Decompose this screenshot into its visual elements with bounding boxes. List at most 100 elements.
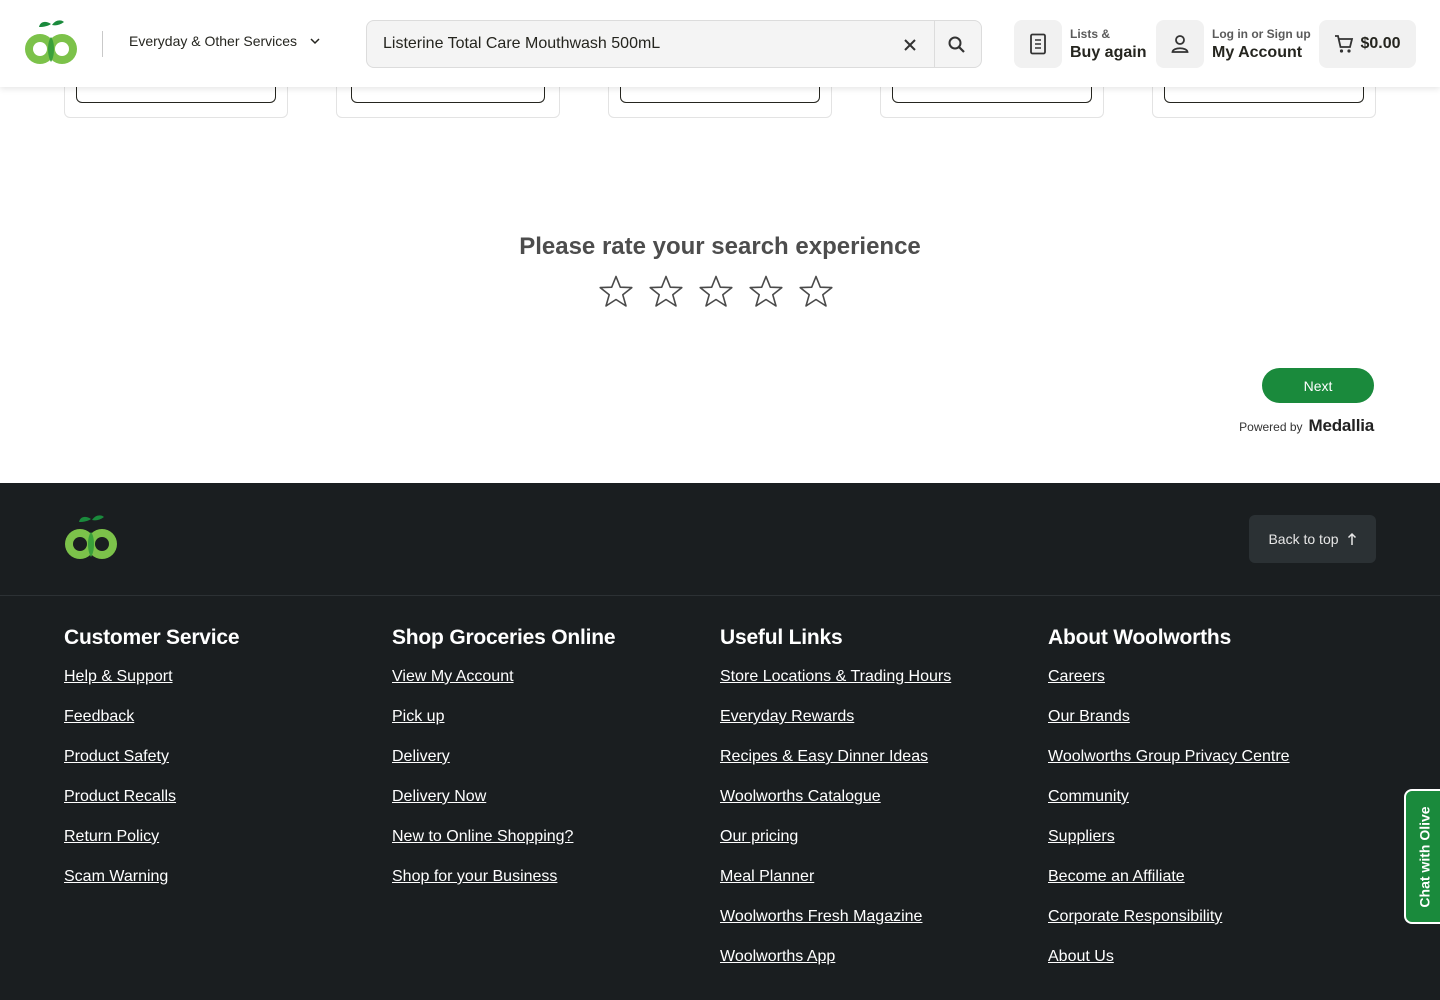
user-icon — [1156, 20, 1204, 68]
footer-link[interactable]: Recipes & Easy Dinner Ideas — [720, 748, 928, 765]
chevron-down-icon — [310, 38, 320, 45]
footer-link-item: Return Policy — [64, 828, 239, 868]
footer-link-item: Pick up — [392, 708, 615, 748]
search-bar — [366, 20, 982, 68]
footer-link-item: Woolworths Fresh Magazine — [720, 908, 951, 948]
list-icon — [1014, 20, 1062, 68]
footer-link[interactable]: About Us — [1048, 948, 1114, 965]
cart-button[interactable]: $0.00 — [1319, 20, 1416, 68]
chat-label: Chat with Olive — [1417, 805, 1433, 908]
footer-link[interactable]: Meal Planner — [720, 868, 814, 885]
footer-link[interactable]: Suppliers — [1048, 828, 1115, 845]
star-outline-icon[interactable] — [798, 272, 834, 312]
search-divider — [934, 21, 935, 67]
footer-link-item: Shop for your Business — [392, 868, 615, 908]
back-to-top-button[interactable]: Back to top — [1249, 515, 1376, 563]
footer-link[interactable]: Woolworths Group Privacy Centre — [1048, 748, 1290, 765]
footer-column-title: Shop Groceries Online — [392, 626, 616, 649]
footer-link-item: Product Recalls — [64, 788, 239, 828]
back-to-top-label: Back to top — [1268, 531, 1339, 547]
star-outline-icon[interactable] — [748, 272, 784, 312]
search-icon[interactable] — [945, 33, 969, 57]
footer-link[interactable]: Woolworths Catalogue — [720, 788, 881, 805]
footer-link[interactable]: Careers — [1048, 668, 1105, 685]
close-icon[interactable] — [899, 34, 921, 56]
footer-link[interactable]: Delivery Now — [392, 788, 486, 805]
cart-icon — [1335, 35, 1354, 53]
footer-link-item: Meal Planner — [720, 868, 951, 908]
footer-link[interactable]: View My Account — [392, 668, 514, 685]
star-rating — [598, 272, 834, 312]
star-outline-icon[interactable] — [598, 272, 634, 312]
footer-link[interactable]: Store Locations & Trading Hours — [720, 668, 951, 685]
star-outline-icon[interactable] — [648, 272, 684, 312]
lists-big-label: Buy again — [1070, 43, 1147, 61]
footer-link-item: Community — [1048, 788, 1290, 828]
search-input[interactable] — [383, 21, 883, 67]
footer-link-item: Scam Warning — [64, 868, 239, 908]
powered-by: Powered by Medallia — [1239, 416, 1374, 436]
footer-link-item: Help & Support — [64, 668, 239, 708]
cart-total: $0.00 — [1360, 35, 1401, 52]
medallia-logo: Medallia — [1308, 416, 1375, 435]
footer-link[interactable]: Scam Warning — [64, 868, 168, 885]
footer-link-item: Suppliers — [1048, 828, 1290, 868]
footer-link[interactable]: Corporate Responsibility — [1048, 908, 1222, 925]
footer-column: About Woolworths Careers Our Brands Woolwor… — [1048, 626, 1290, 988]
footer-link[interactable]: Our Brands — [1048, 708, 1130, 725]
account-small-label: Log in or Sign up — [1212, 26, 1311, 41]
footer-link[interactable]: Community — [1048, 788, 1129, 805]
footer-link-item: Delivery Now — [392, 788, 615, 828]
footer-link-item: New to Online Shopping? — [392, 828, 615, 868]
footer-link-item: View My Account — [392, 668, 615, 708]
footer-link[interactable]: Feedback — [64, 708, 134, 725]
footer-link[interactable]: New to Online Shopping? — [392, 828, 573, 845]
footer-link-item: Store Locations & Trading Hours — [720, 668, 951, 708]
powered-by-label: Powered by — [1239, 420, 1303, 434]
footer-link[interactable]: Delivery — [392, 748, 450, 765]
footer-divider — [0, 595, 1440, 596]
footer-link-item: Woolworths Catalogue — [720, 788, 951, 828]
footer-link[interactable]: Become an Affiliate — [1048, 868, 1185, 885]
footer-link[interactable]: Return Policy — [64, 828, 159, 845]
footer-link[interactable]: Our pricing — [720, 828, 798, 845]
footer-column: Shop Groceries Online View My Account Pick… — [392, 626, 616, 908]
footer-link-item: Delivery — [392, 748, 615, 788]
footer-link[interactable]: Help & Support — [64, 668, 173, 685]
footer-link[interactable]: Shop for your Business — [392, 868, 557, 885]
services-label: Everyday & Other Services — [129, 33, 298, 49]
footer-link[interactable]: Woolworths App — [720, 948, 835, 965]
chat-with-olive-button[interactable]: Chat with Olive — [1404, 789, 1440, 924]
star-outline-icon[interactable] — [698, 272, 734, 312]
footer-link-item: Product Safety — [64, 748, 239, 788]
footer-link-list: Careers Our Brands Woolworths Group Privac… — [1048, 668, 1290, 988]
footer-link[interactable]: Pick up — [392, 708, 444, 725]
arrow-up-icon — [1347, 532, 1356, 545]
account-button[interactable]: Log in or Sign up My Account — [1156, 20, 1311, 68]
footer-link-item: Feedback — [64, 708, 239, 748]
header-divider — [102, 31, 103, 57]
footer-link[interactable]: Product Recalls — [64, 788, 176, 805]
footer-column: Useful Links Store Locations & Trading Ho… — [720, 626, 951, 988]
woolworths-logo[interactable] — [62, 513, 120, 565]
footer-column-title: Customer Service — [64, 626, 240, 649]
footer-link[interactable]: Woolworths Fresh Magazine — [720, 908, 922, 925]
site-footer: Back to top Customer Service Help & Suppo… — [0, 483, 1440, 1000]
footer-link-item: Corporate Responsibility — [1048, 908, 1290, 948]
footer-link-list: Store Locations & Trading Hours Everyday … — [720, 668, 951, 988]
footer-link-item: Everyday Rewards — [720, 708, 951, 748]
services-dropdown[interactable]: Everyday & Other Services — [129, 33, 321, 49]
lists-buy-again-button[interactable]: Lists & Buy again — [1014, 20, 1146, 68]
footer-link-item: About Us — [1048, 948, 1290, 988]
footer-link-item: Our pricing — [720, 828, 951, 868]
site-header: Everyday & Other Services Lists & Buy ag… — [0, 0, 1440, 87]
account-big-label: My Account — [1212, 43, 1303, 61]
footer-link[interactable]: Product Safety — [64, 748, 169, 765]
footer-link-item: Recipes & Easy Dinner Ideas — [720, 748, 951, 788]
footer-link-item: Become an Affiliate — [1048, 868, 1290, 908]
footer-link-item: Woolworths Group Privacy Centre — [1048, 748, 1290, 788]
woolworths-logo[interactable] — [22, 18, 80, 70]
footer-link[interactable]: Everyday Rewards — [720, 708, 854, 725]
next-button[interactable]: Next — [1262, 368, 1374, 403]
footer-column: Customer Service Help & Support Feedback Pr… — [64, 626, 240, 908]
